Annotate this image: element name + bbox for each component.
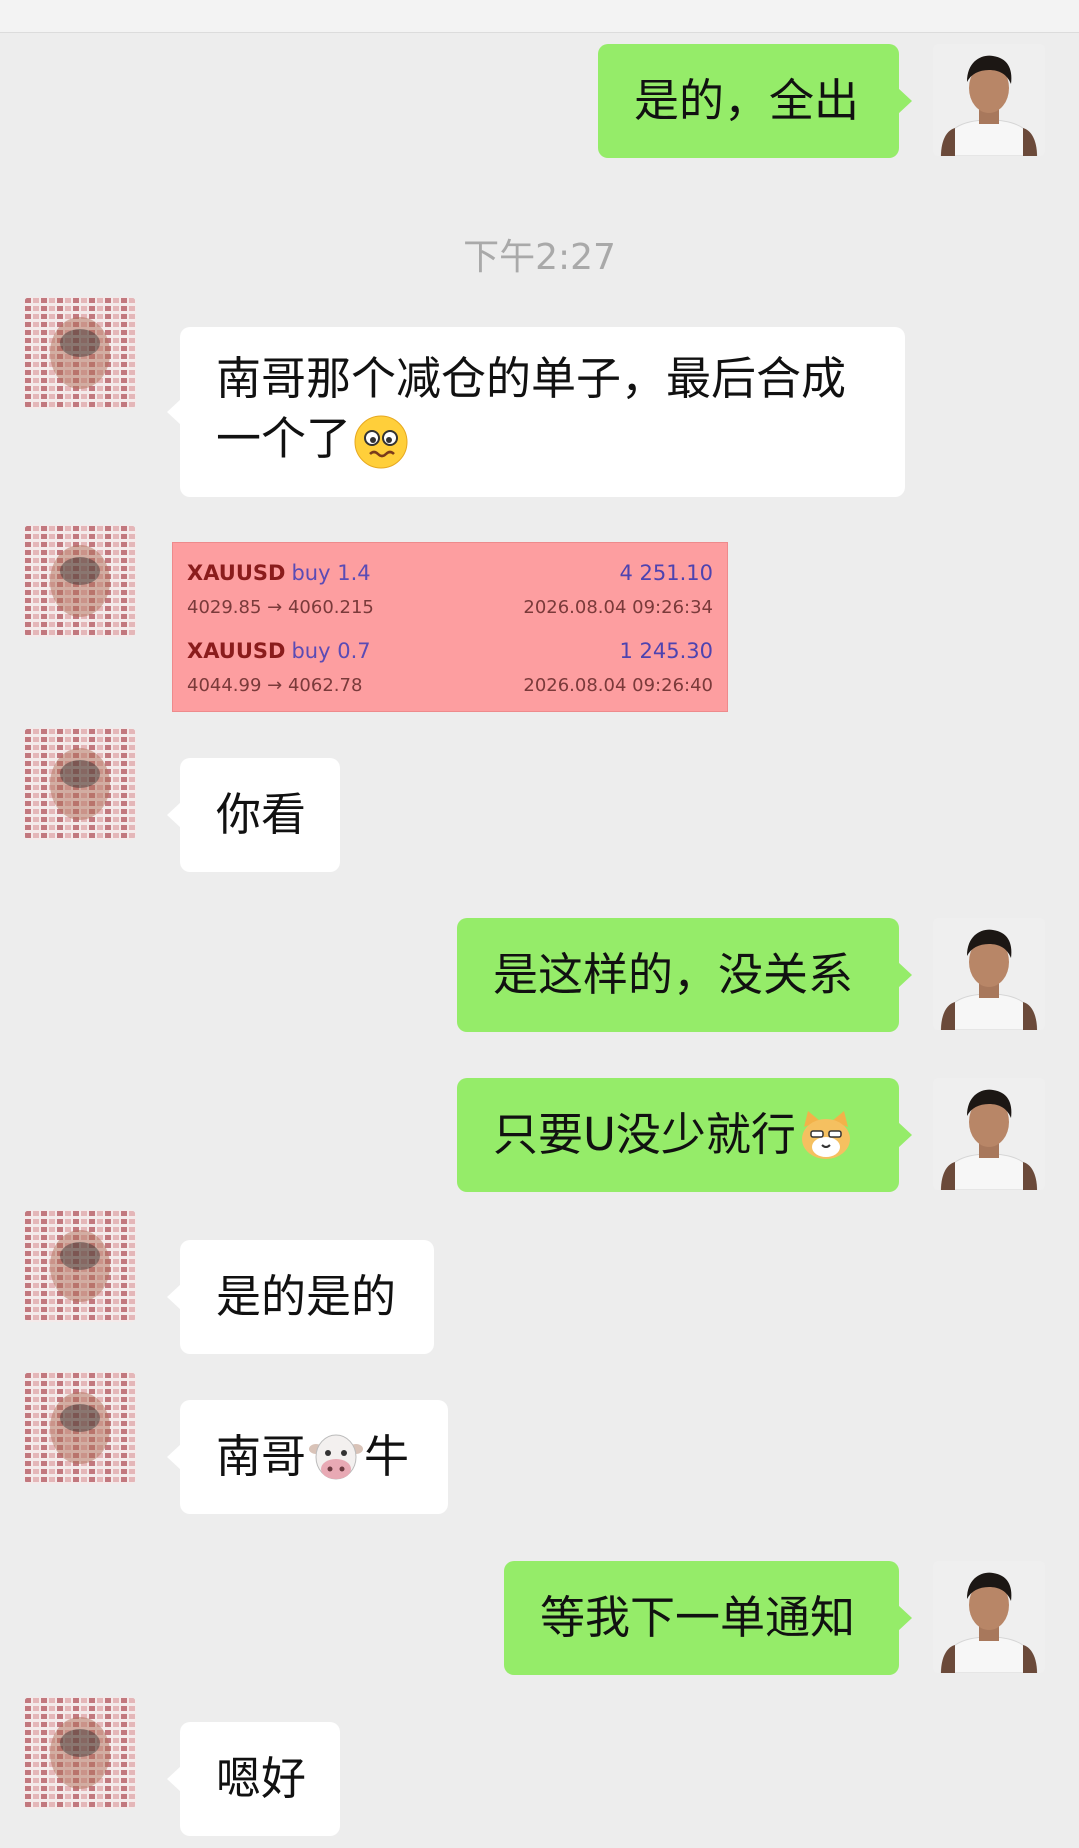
message-bubble-sent[interactable]: 是这样的，没关系 <box>457 918 912 1032</box>
message-bubble-sent[interactable]: 等我下一单通知 <box>504 1561 912 1675</box>
message-bubble-received[interactable]: 南哥 牛 <box>167 1400 448 1514</box>
cow-face-icon <box>309 1434 364 1480</box>
message-text-line2: 一个了 <box>216 412 352 465</box>
pixelated-avatar-icon <box>24 1697 136 1809</box>
message-text-after: 牛 <box>364 1430 410 1483</box>
message-text: 等我下一单通知 <box>540 1591 856 1644</box>
message-bubble-received[interactable]: 你看 <box>167 758 340 872</box>
message-bubble-received[interactable]: 南哥那个减仓的单子，最后合成 一个了 <box>167 327 905 497</box>
contact-avatar[interactable] <box>24 1697 136 1809</box>
my-avatar[interactable] <box>933 1561 1045 1673</box>
message-text: 是这样的，没关系 <box>493 948 854 1001</box>
pixelated-avatar-icon <box>24 297 136 409</box>
message-text: 嗯好 <box>216 1752 307 1805</box>
contact-avatar[interactable] <box>24 297 136 409</box>
trade-symbol: XAUUSD <box>187 639 286 663</box>
pixelated-avatar-icon <box>24 525 136 637</box>
message-bubble-sent[interactable]: 只要U没少就行 <box>457 1078 912 1192</box>
my-avatar[interactable] <box>933 44 1045 156</box>
trade-time: 2026.08.04 09:26:40 <box>523 675 713 696</box>
message-text-before: 南哥 <box>216 1430 307 1483</box>
message-bubble-received[interactable]: 嗯好 <box>167 1722 340 1836</box>
trade-side: buy 1.4 <box>291 561 371 585</box>
message-text-line1: 南哥那个减仓的单子，最后合成 <box>216 352 847 405</box>
pixelated-avatar-icon <box>24 1372 136 1484</box>
trade-profit: 1 245.30 <box>619 639 713 663</box>
message-bubble-sent[interactable]: 是的，全出 <box>598 44 912 158</box>
trade-price-range: 4029.85 → 4060.215 <box>187 597 374 618</box>
trade-symbol: XAUUSD <box>187 561 286 585</box>
my-avatar[interactable] <box>933 1078 1045 1190</box>
trade-side: buy 0.7 <box>291 639 371 663</box>
top-divider <box>0 0 1079 33</box>
contact-avatar[interactable] <box>24 525 136 637</box>
trade-time: 2026.08.04 09:26:34 <box>523 597 713 618</box>
pixelated-avatar-icon <box>24 1210 136 1322</box>
cat-face-icon <box>801 1111 850 1159</box>
trade-price-range: 4044.99 → 4062.78 <box>187 675 363 696</box>
my-avatar[interactable] <box>933 918 1045 1030</box>
message-text: 只要U没少就行 <box>493 1108 796 1161</box>
contact-avatar[interactable] <box>24 1210 136 1322</box>
trade-profit: 4 251.10 <box>619 561 713 585</box>
message-text: 你看 <box>216 788 307 841</box>
contact-avatar[interactable] <box>24 728 136 840</box>
chat-timestamp: 下午2:27 <box>463 237 616 278</box>
message-text: 是的是的 <box>216 1270 397 1323</box>
pixelated-avatar-icon <box>24 728 136 840</box>
woozy-face-icon <box>354 415 408 469</box>
trade-row: XAUUSD buy 0.7 1 245.30 4044.99 → 4062.78… <box>187 633 713 711</box>
trade-screenshot-card[interactable]: XAUUSD buy 1.4 4 251.10 4029.85 → 4060.21… <box>172 542 728 712</box>
trade-row: XAUUSD buy 1.4 4 251.10 4029.85 → 4060.21… <box>187 555 713 633</box>
message-text: 是的，全出 <box>634 74 860 127</box>
contact-avatar[interactable] <box>24 1372 136 1484</box>
message-bubble-received[interactable]: 是的是的 <box>167 1240 434 1354</box>
